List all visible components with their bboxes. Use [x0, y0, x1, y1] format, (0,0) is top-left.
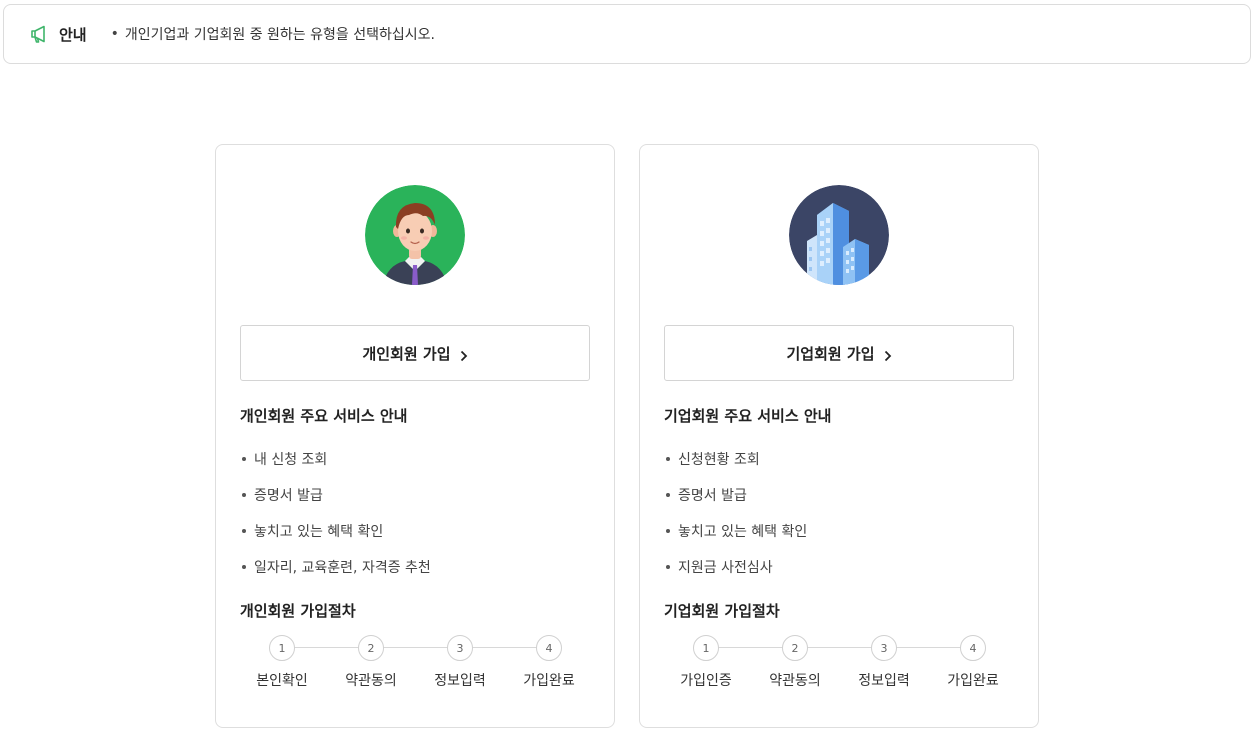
step-label: 본인확인: [256, 673, 308, 689]
step-label: 약관동의: [345, 673, 397, 689]
step-item: 1 가입인증: [663, 633, 749, 690]
list-item: 지원금 사전심사: [666, 549, 807, 585]
chevron-right-icon: [460, 347, 468, 362]
chevron-right-icon: [884, 347, 892, 362]
step-number: 4: [960, 635, 986, 661]
list-item: 놓치고 있는 혜택 확인: [666, 513, 807, 549]
step-label: 가입완료: [947, 673, 999, 689]
step-label: 가입완료: [523, 673, 575, 689]
notice-bar: 안내 • 개인기업과 기업회원 중 원하는 유형을 선택하십시오.: [3, 4, 1251, 64]
list-item: 놓치고 있는 혜택 확인: [242, 513, 431, 549]
step-number: 1: [693, 635, 719, 661]
step-number: 1: [269, 635, 295, 661]
step-label: 가입인증: [680, 673, 732, 689]
megaphone-icon: [29, 23, 51, 45]
step-item: 2 약관동의: [752, 633, 838, 690]
step-label: 정보입력: [434, 673, 486, 689]
personal-service-title: 개인회원 주요 서비스 안내: [240, 407, 408, 425]
building-avatar-icon: [789, 185, 889, 285]
step-number: 4: [536, 635, 562, 661]
company-steps-title: 기업회원 가입절차: [664, 602, 780, 620]
step-item: 3 정보입력: [417, 633, 503, 690]
list-item: 일자리, 교육훈련, 자격증 추천: [242, 549, 431, 585]
list-item: 증명서 발급: [242, 477, 431, 513]
step-item: 4 가입완료: [930, 633, 1016, 690]
step-item: 3 정보입력: [841, 633, 927, 690]
personal-join-button[interactable]: 개인회원 가입: [240, 325, 590, 381]
step-number: 3: [871, 635, 897, 661]
company-join-steps: 1 가입인증 2 약관동의 3 정보입력 4 가입완료: [663, 633, 1017, 693]
list-item: 내 신청 조회: [242, 441, 431, 477]
list-item: 신청현황 조회: [666, 441, 807, 477]
step-label: 정보입력: [858, 673, 910, 689]
step-item: 2 약관동의: [328, 633, 414, 690]
personal-service-list: 내 신청 조회 증명서 발급 놓치고 있는 혜택 확인 일자리, 교육훈련, 자…: [242, 441, 431, 585]
list-item: 증명서 발급: [666, 477, 807, 513]
notice-title: 안내: [59, 25, 87, 44]
company-service-list: 신청현황 조회 증명서 발급 놓치고 있는 혜택 확인 지원금 사전심사: [666, 441, 807, 585]
company-service-title: 기업회원 주요 서비스 안내: [664, 407, 832, 425]
personal-join-steps: 1 본인확인 2 약관동의 3 정보입력 4 가입완료: [239, 633, 593, 693]
personal-member-card: 개인회원 가입 개인회원 주요 서비스 안내 내 신청 조회 증명서 발급 놓치…: [215, 144, 615, 728]
step-number: 3: [447, 635, 473, 661]
personal-join-label: 개인회원 가입: [362, 344, 451, 363]
step-number: 2: [782, 635, 808, 661]
personal-steps-title: 개인회원 가입절차: [240, 602, 356, 620]
step-number: 2: [358, 635, 384, 661]
notice-bullet: •: [110, 26, 119, 42]
step-label: 약관동의: [769, 673, 821, 689]
company-member-card: 기업회원 가입 기업회원 주요 서비스 안내 신청현황 조회 증명서 발급 놓치…: [639, 144, 1039, 728]
notice-text: 개인기업과 기업회원 중 원하는 유형을 선택하십시오.: [124, 27, 435, 43]
company-join-button[interactable]: 기업회원 가입: [664, 325, 1014, 381]
person-avatar-icon: [365, 185, 465, 285]
step-item: 4 가입완료: [506, 633, 592, 690]
company-join-label: 기업회원 가입: [786, 344, 875, 363]
step-item: 1 본인확인: [239, 633, 325, 690]
